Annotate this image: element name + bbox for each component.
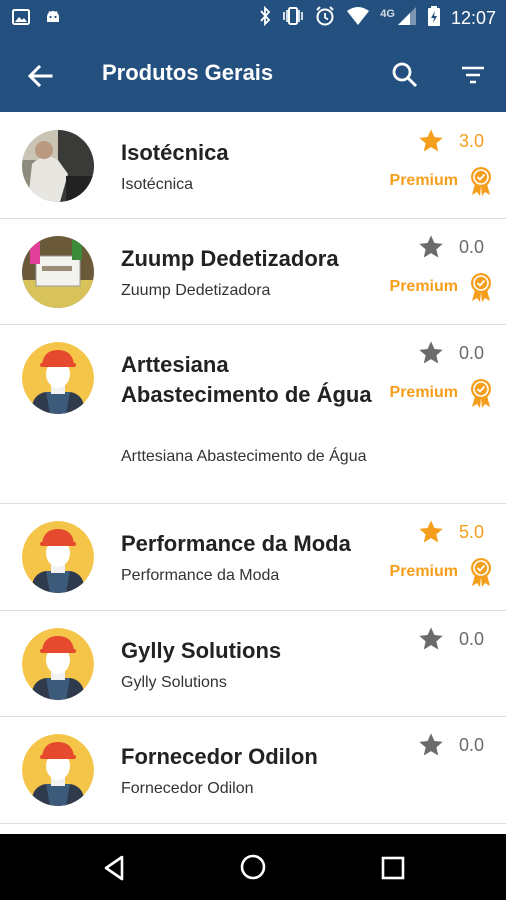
- item-title: Performance da Moda: [121, 531, 351, 556]
- list-item[interactable]: Gylly Solutions Gylly Solutions 0.0: [0, 611, 506, 717]
- android-icon: [44, 8, 62, 31]
- premium-label: Premium: [389, 278, 458, 295]
- filter-icon: [462, 66, 484, 84]
- circle-home-icon: [240, 854, 266, 880]
- nav-home-button[interactable]: [238, 852, 268, 882]
- award-icon: [471, 273, 491, 302]
- list-item[interactable]: Zuump Dedetizadora Zuump Dedetizadora 0.…: [0, 219, 506, 325]
- award-icon: [471, 558, 491, 587]
- rating: 5.0: [417, 518, 484, 546]
- network-type: 4G: [380, 8, 395, 20]
- star-icon: [419, 733, 443, 756]
- star-icon: [419, 129, 443, 152]
- search-button[interactable]: [386, 56, 424, 94]
- list-item[interactable]: Arttesiana Abastecimento de Água Arttesi…: [0, 325, 506, 504]
- square-recents-icon: [381, 856, 405, 880]
- triangle-back-icon: [104, 855, 124, 881]
- rating-value: 0.0: [458, 236, 484, 257]
- star-icon: [419, 235, 443, 258]
- avatar: [22, 521, 94, 593]
- item-subtitle: Zuump Dedetizadora: [121, 282, 271, 299]
- premium-badge: Premium: [390, 272, 494, 302]
- vibrate-icon: [282, 6, 304, 31]
- page-title: Produtos Gerais: [102, 60, 274, 85]
- star-icon: [419, 341, 443, 364]
- alarm-icon: [314, 5, 336, 32]
- item-title: Gylly Solutions: [121, 638, 282, 663]
- avatar: [22, 628, 94, 700]
- premium-label: Premium: [389, 172, 458, 189]
- item-title: Fornecedor Odilon: [121, 744, 318, 769]
- filter-button[interactable]: [454, 56, 492, 94]
- premium-badge: Premium: [390, 166, 494, 196]
- item-subtitle: Gylly Solutions: [121, 674, 227, 691]
- award-icon: [471, 167, 491, 196]
- avatar: [22, 342, 94, 414]
- premium-badge: Premium: [390, 557, 494, 587]
- list-item[interactable]: Performance da Moda Performance da Moda …: [0, 504, 506, 611]
- search-icon: [392, 62, 418, 88]
- rating-value: 0.0: [458, 342, 484, 363]
- back-button[interactable]: [22, 58, 58, 94]
- system-nav-bar: [0, 834, 506, 900]
- item-title: Zuump Dedetizadora: [121, 246, 339, 271]
- star-icon: [419, 520, 443, 543]
- bluetooth-icon: [258, 5, 272, 31]
- avatar: [22, 734, 94, 806]
- arrow-back-icon: [27, 64, 53, 88]
- gallery-icon: [12, 8, 30, 31]
- rating-value: 3.0: [458, 130, 484, 151]
- rating-value: 0.0: [458, 734, 484, 755]
- item-subtitle: Fornecedor Odilon: [121, 780, 254, 797]
- item-subtitle: Isotécnica: [121, 176, 194, 193]
- list-item[interactable]: Fornecedor Odilon Fornecedor Odilon 0.0: [0, 717, 506, 824]
- wifi-icon: [346, 6, 370, 31]
- premium-badge: Premium: [390, 378, 494, 408]
- status-bar: 4G 12:07: [0, 0, 506, 36]
- rating: 0.0: [417, 233, 484, 261]
- nav-recents-button[interactable]: [378, 853, 408, 883]
- clock: 12:07: [450, 7, 496, 28]
- avatar: [22, 130, 94, 202]
- premium-label: Premium: [389, 563, 458, 580]
- item-title: Arttesiana Abastecimento de Água: [121, 352, 372, 407]
- item-subtitle: Arttesiana Abastecimento de Água: [121, 448, 367, 465]
- nav-back-button[interactable]: [100, 853, 130, 883]
- star-icon: [419, 627, 443, 650]
- award-icon: [471, 379, 491, 408]
- battery-icon: [427, 5, 441, 32]
- app-bar: Produtos Gerais: [0, 36, 506, 112]
- supplier-list: Isotécnica Isotécnica 3.0 Premium Zuump …: [0, 112, 506, 824]
- rating: 3.0: [417, 127, 484, 155]
- rating: 0.0: [417, 731, 484, 759]
- rating: 0.0: [417, 625, 484, 653]
- list-item[interactable]: Isotécnica Isotécnica 3.0 Premium: [0, 112, 506, 219]
- rating-value: 0.0: [458, 628, 484, 649]
- item-title: Isotécnica: [121, 140, 229, 165]
- item-subtitle: Performance da Moda: [121, 567, 280, 584]
- rating: 0.0: [417, 339, 484, 367]
- signal-icon: [397, 6, 417, 31]
- avatar: [22, 236, 94, 308]
- premium-label: Premium: [389, 384, 458, 401]
- rating-value: 5.0: [458, 521, 484, 542]
